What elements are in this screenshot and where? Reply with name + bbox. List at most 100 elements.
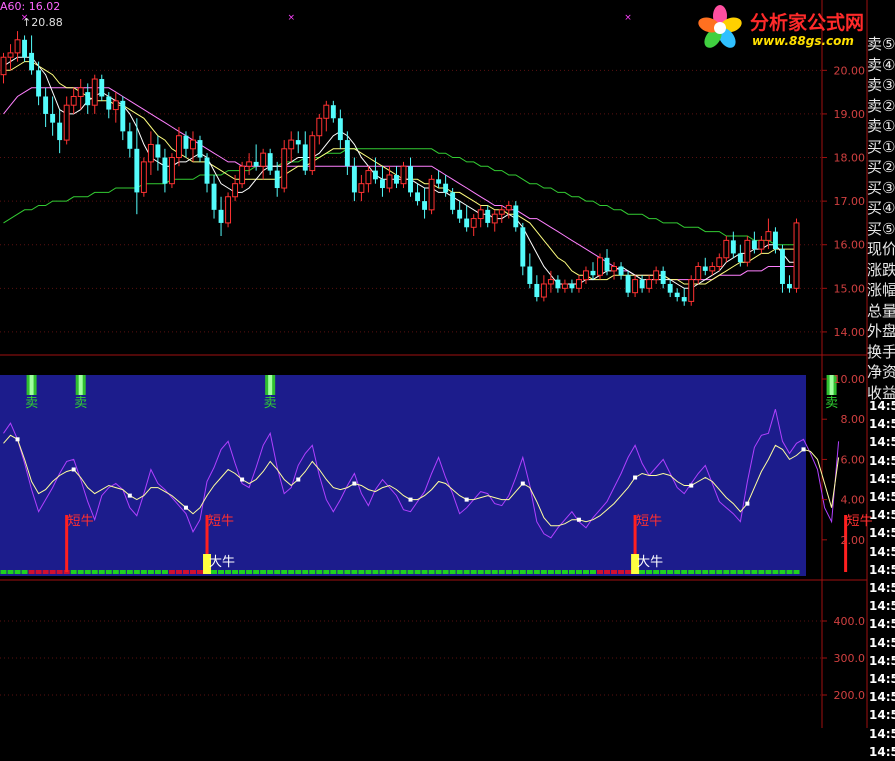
trend-strip-cell — [35, 570, 42, 574]
candle-body-down — [702, 266, 708, 271]
trend-strip-cell — [421, 570, 428, 574]
candle-body-up — [232, 183, 239, 198]
candle-body-down — [513, 205, 519, 228]
trend-strip-cell — [435, 570, 442, 574]
trend-strip-cell — [372, 570, 379, 574]
candle-body-down — [43, 96, 49, 114]
trend-strip-cell — [526, 570, 533, 574]
volume-tick-label: 400.0 — [834, 615, 866, 628]
quote-label: 买③ — [867, 178, 895, 197]
trend-strip-cell — [379, 570, 386, 574]
candle-body-up — [239, 165, 246, 185]
candle-body-down — [450, 192, 456, 210]
trend-strip-cell — [260, 570, 267, 574]
candle-body-up — [77, 87, 84, 97]
trend-strip-cell — [393, 570, 400, 574]
candle-body-up — [281, 148, 288, 189]
quote-label: 现价 — [867, 240, 895, 258]
candle-body-up — [765, 231, 772, 241]
trend-strip-cell — [218, 570, 225, 574]
trend-strip-cell — [407, 570, 414, 574]
candle-body-down — [443, 183, 449, 193]
tick-time: 14:5 — [869, 599, 895, 614]
flower-icon — [698, 5, 742, 48]
short-bull-label: 短牛 — [636, 514, 662, 529]
candle-body-down — [351, 166, 357, 193]
tick-time: 14:5 — [869, 617, 895, 632]
indicator-point — [15, 437, 20, 442]
candle-body-down — [751, 240, 757, 250]
candle-body-down — [344, 140, 350, 167]
trend-strip-cell — [21, 570, 28, 574]
trend-strip-cell — [246, 570, 253, 574]
trend-strip-cell — [77, 570, 84, 574]
candle-body-up — [168, 157, 175, 185]
candle-body-up — [716, 257, 723, 268]
trend-strip-cell — [519, 570, 526, 574]
trend-strip-cell — [239, 570, 246, 574]
quote-label: 卖② — [867, 96, 895, 115]
trend-strip-cell — [596, 570, 604, 574]
tick-time: 14:5 — [869, 544, 895, 559]
trend-strip-cell — [737, 570, 744, 574]
candle-body-up — [7, 52, 14, 58]
candle-body-down — [555, 279, 561, 289]
tick-time: 14:5 — [869, 744, 895, 759]
trend-strip-cell — [793, 570, 800, 574]
candle-body-up — [709, 266, 716, 272]
trend-strip-cell — [316, 570, 323, 574]
trend-strip-cell — [477, 570, 484, 574]
trend-strip-cell — [28, 570, 35, 574]
candle-body-up — [14, 39, 21, 54]
trend-strip-cell — [189, 570, 196, 574]
trend-strip-cell — [140, 570, 147, 574]
quote-label: 涨幅 — [867, 281, 895, 299]
candle-body-down — [737, 253, 743, 263]
trend-strip-cell — [42, 570, 49, 574]
trend-strip-cell — [561, 570, 568, 574]
candle-body-up — [744, 239, 751, 263]
candle-body-down — [267, 153, 273, 171]
quote-label: 外盘 — [867, 322, 895, 340]
trend-strip-cell — [772, 570, 779, 574]
indicator-background — [0, 375, 806, 576]
trend-strip-cell — [400, 570, 407, 574]
price-tick-label: 15.00 — [834, 282, 866, 295]
trend-strip-cell — [484, 570, 491, 574]
candle-body-up — [505, 204, 512, 211]
trend-strip-cell — [309, 570, 316, 574]
trend-strip-cell — [154, 570, 161, 574]
trend-strip-cell — [267, 570, 274, 574]
trend-strip-cell — [554, 570, 561, 574]
quote-label: 卖④ — [867, 55, 895, 74]
candle-body-up — [491, 213, 498, 224]
high-price-mark: ↑20.88 — [22, 16, 63, 29]
candle-body-down — [372, 170, 378, 180]
candle-body-up — [653, 270, 660, 281]
trend-strip-cell — [702, 570, 709, 574]
candle-body-down — [337, 118, 343, 141]
indicator-point — [633, 475, 638, 480]
trend-strip-cell — [161, 570, 168, 574]
candle-body-up — [246, 161, 253, 167]
trend-strip-cell — [49, 570, 56, 574]
trend-strip-cell — [491, 570, 498, 574]
candle-body-down — [29, 52, 35, 71]
sell-signal-label: 卖 — [264, 396, 277, 411]
candle-body-down — [106, 96, 112, 110]
candle-body-down — [618, 266, 624, 276]
trend-strip-cell — [168, 570, 175, 574]
trend-strip-cell — [618, 570, 625, 574]
candle-body-down — [681, 297, 687, 302]
candle-body-down — [295, 140, 301, 145]
indicator-panel-background — [0, 375, 806, 576]
candle-body-down — [204, 157, 210, 184]
trend-strip-cell — [575, 570, 582, 574]
candle-body-up — [477, 209, 484, 220]
tick-time: 14:5 — [869, 453, 895, 468]
trend-strip-cell — [253, 570, 260, 574]
candle-body-down — [394, 174, 399, 184]
candle-body-down — [625, 275, 631, 293]
indicator-point — [464, 497, 469, 502]
tick-time: 14:5 — [869, 690, 895, 705]
